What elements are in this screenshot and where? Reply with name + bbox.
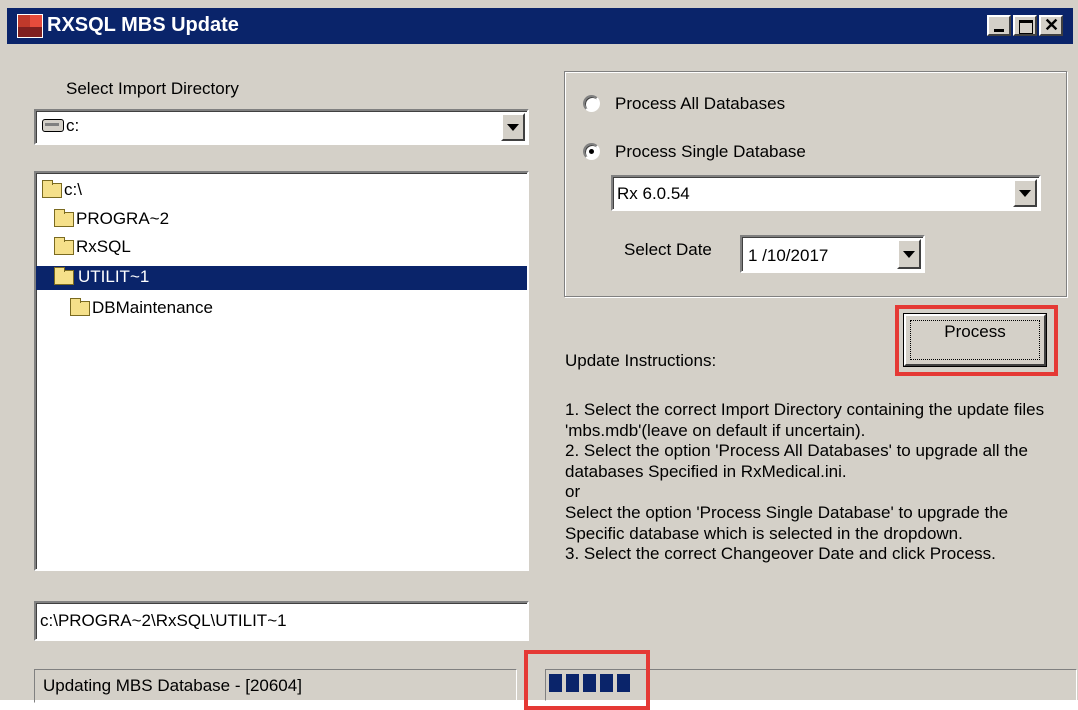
maximize-icon <box>1019 20 1033 34</box>
database-select[interactable]: Rx 6.0.54 <box>611 175 1041 211</box>
import-directory-label: Select Import Directory <box>66 79 239 98</box>
database-value: Rx 6.0.54 <box>617 184 690 203</box>
drive-select[interactable]: c: <box>34 109 529 145</box>
chevron-down-icon <box>507 124 519 131</box>
tree-item-progra[interactable]: PROGRA~2 <box>54 208 234 232</box>
open-folder-icon <box>54 267 74 285</box>
tree-item-dbmaintenance[interactable]: DBMaintenance <box>70 297 300 321</box>
database-dropdown-arrow[interactable] <box>1013 179 1037 207</box>
status-text: Updating MBS Database - [20604] <box>43 676 302 695</box>
open-folder-icon <box>54 209 74 227</box>
process-single-radio[interactable] <box>583 143 600 160</box>
minimize-button[interactable] <box>987 15 1011 36</box>
open-folder-icon <box>54 237 74 255</box>
date-picker[interactable]: 1 /10/2017 <box>740 235 925 273</box>
select-date-label: Select Date <box>624 240 712 259</box>
open-folder-icon <box>42 180 62 198</box>
instructions-heading: Update Instructions: <box>565 351 717 370</box>
database-options-group: Process All Databases Process Single Dat… <box>564 71 1067 297</box>
drive-dropdown-arrow[interactable] <box>501 113 525 141</box>
chevron-down-icon <box>903 251 915 258</box>
highlight-box-progress <box>524 650 650 710</box>
chevron-down-icon <box>1019 190 1031 197</box>
date-value: 1 /10/2017 <box>748 246 829 265</box>
folder-icon <box>70 298 90 316</box>
tree-item-utilit[interactable]: UTILIT~1 <box>36 266 527 290</box>
tree-item-root[interactable]: c:\ <box>42 179 122 203</box>
drive-value: c: <box>66 116 80 135</box>
title-bar[interactable]: RXSQL MBS Update ✕ <box>7 8 1073 44</box>
import-path-field[interactable]: c:\PROGRA~2\RxSQL\UTILIT~1 <box>34 601 529 641</box>
window-title: RXSQL MBS Update <box>47 14 239 36</box>
rxsql-mbs-update-window: RXSQL MBS Update ✕ Select Import Directo… <box>0 0 1078 710</box>
status-bar: Updating MBS Database - [20604] <box>34 669 517 703</box>
close-icon: ✕ <box>1044 15 1060 35</box>
directory-tree[interactable]: c:\ PROGRA~2 RxSQL UTILIT~1 DBMaintenanc… <box>34 171 529 571</box>
close-button[interactable]: ✕ <box>1039 15 1063 36</box>
process-all-label[interactable]: Process All Databases <box>615 94 785 114</box>
date-dropdown-arrow[interactable] <box>897 239 921 269</box>
process-single-label[interactable]: Process Single Database <box>615 142 806 162</box>
rx-app-icon <box>17 14 43 38</box>
minimize-icon <box>994 29 1004 32</box>
highlight-box-process <box>895 305 1058 376</box>
import-path-value: c:\PROGRA~2\RxSQL\UTILIT~1 <box>40 611 287 630</box>
process-all-radio[interactable] <box>583 95 600 112</box>
maximize-button[interactable] <box>1013 15 1037 36</box>
drive-icon <box>42 119 64 132</box>
instructions-text: 1. Select the correct Import Directory c… <box>565 400 1045 564</box>
tree-item-rxsql[interactable]: RxSQL <box>54 236 234 260</box>
